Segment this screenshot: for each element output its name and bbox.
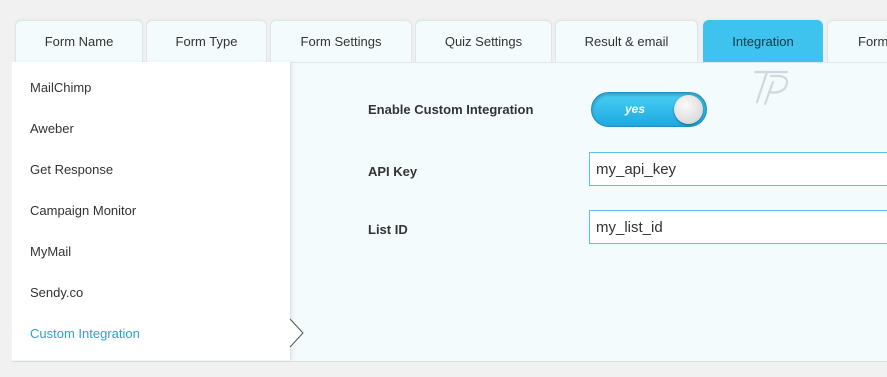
enable-integration-toggle[interactable]: yes xyxy=(591,92,707,127)
integration-sidebar: MailChimp Aweber Get Response Campaign M… xyxy=(12,62,291,360)
sidebar-item-aweber[interactable]: Aweber xyxy=(30,121,74,136)
sidebar-item-get-response[interactable]: Get Response xyxy=(30,162,113,177)
sidebar-item-campaign-monitor[interactable]: Campaign Monitor xyxy=(30,203,136,218)
sidebar-item-mymail[interactable]: MyMail xyxy=(30,244,71,259)
toggle-knob xyxy=(674,95,703,124)
sidebar-item-mailchimp[interactable]: MailChimp xyxy=(30,80,91,95)
tab-integration[interactable]: Integration xyxy=(703,20,823,62)
tab-result-email[interactable]: Result & email xyxy=(555,20,698,62)
list-id-input[interactable] xyxy=(589,210,887,244)
tab-form-more[interactable]: Form xyxy=(827,20,887,62)
tab-form-name[interactable]: Form Name xyxy=(15,20,143,62)
tab-form-settings[interactable]: Form Settings xyxy=(270,20,412,62)
tab-bar: Form Name Form Type Form Settings Quiz S… xyxy=(15,20,887,62)
sidebar-item-sendy[interactable]: Sendy.co xyxy=(30,285,83,300)
api-key-input[interactable] xyxy=(589,152,887,186)
tab-quiz-settings[interactable]: Quiz Settings xyxy=(415,20,552,62)
sidebar-item-custom-integration[interactable]: Custom Integration xyxy=(30,326,140,341)
enable-custom-integration-label: Enable Custom Integration xyxy=(368,102,534,117)
active-item-pointer-icon xyxy=(289,318,304,348)
logo-icon xyxy=(753,70,789,106)
api-key-label: API Key xyxy=(368,164,418,179)
toggle-state-text: yes xyxy=(625,102,646,116)
list-id-label: List ID xyxy=(368,222,408,237)
tab-form-type[interactable]: Form Type xyxy=(146,20,267,62)
